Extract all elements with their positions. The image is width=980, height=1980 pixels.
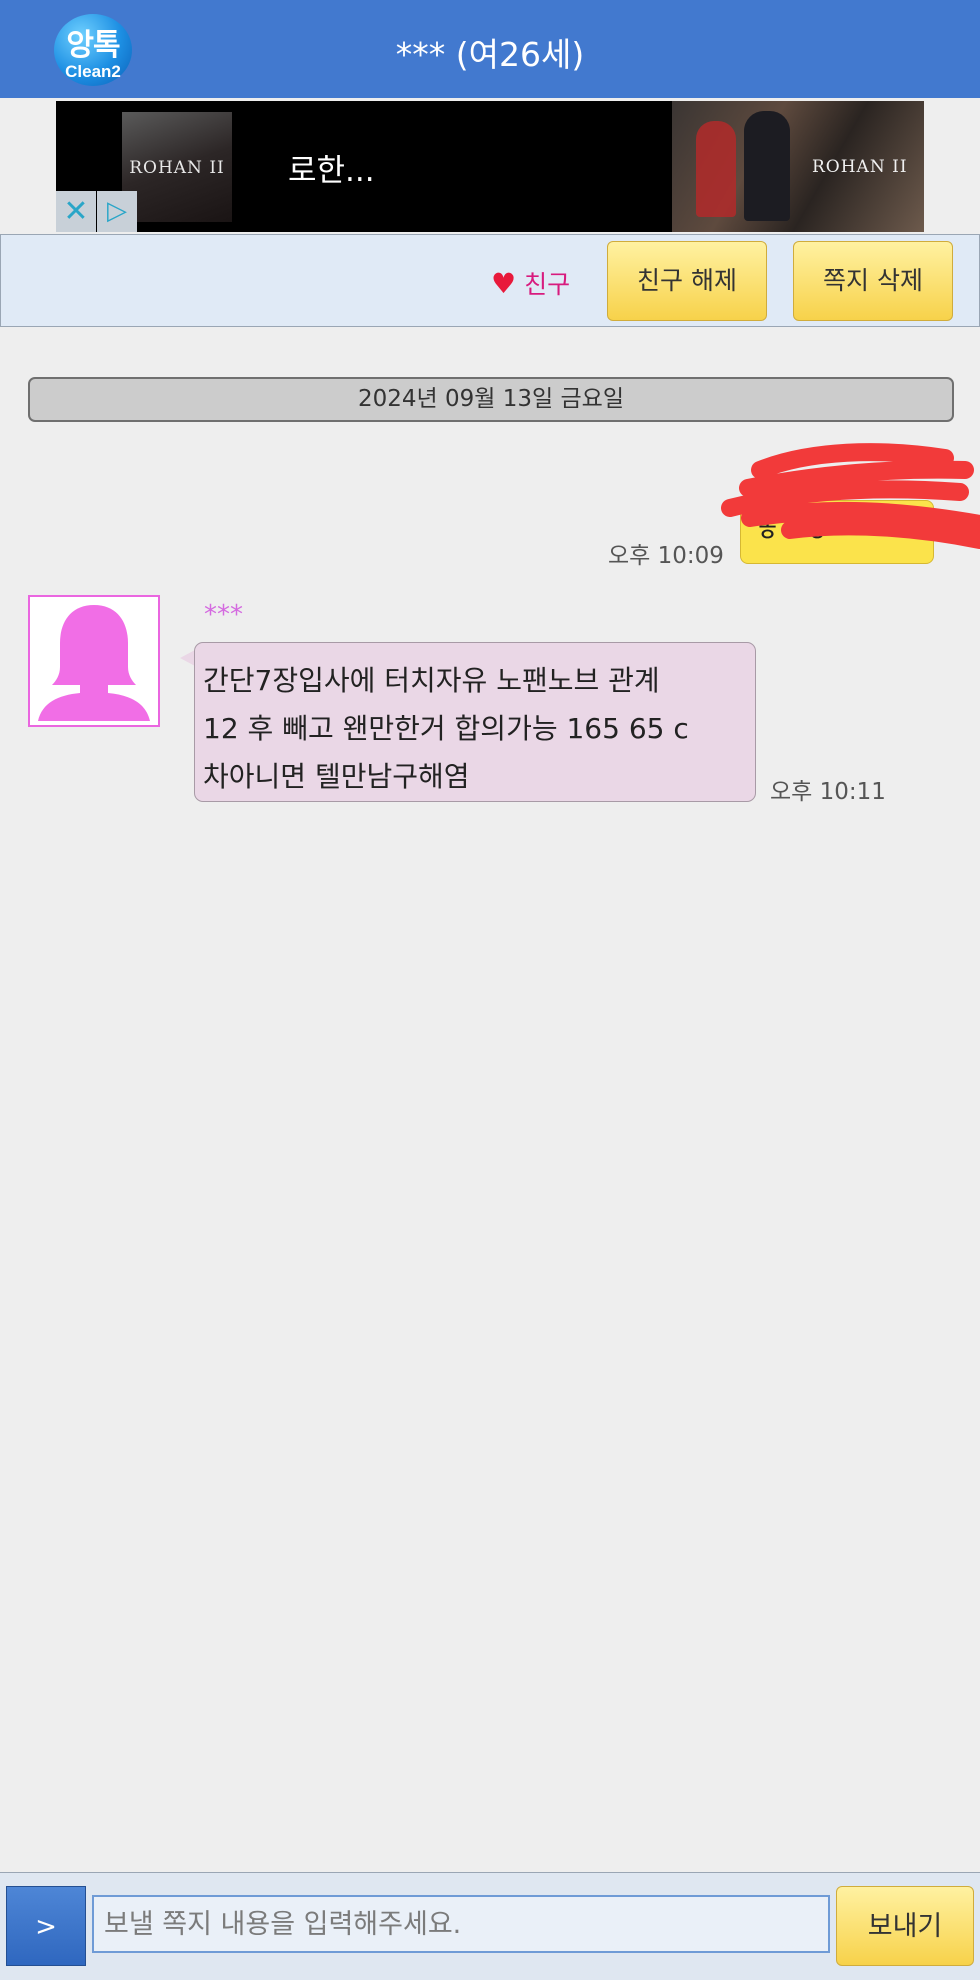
incoming-message-bubble[interactable]: 간단7장입사에 터치자유 노팬노브 관계 12 후 빼고 왠만한거 합의가능 1… [194,642,756,802]
message-line: 간단7장입사에 터치자유 노팬노브 관계 [203,664,660,697]
heart-icon: ♥ [491,267,517,300]
message-line: 차아니면 텔만남구해염 [203,760,470,793]
ad-choices-icon[interactable]: ▷ [97,191,137,232]
send-button[interactable]: 보내기 [836,1886,974,1966]
incoming-timestamp: 오후 10:11 [770,779,886,805]
ad-character-left [696,121,736,217]
friend-status-label: 친구 [524,270,571,299]
composer-bar: > 보내기 [0,1872,980,1980]
message-input[interactable] [92,1895,830,1953]
incoming-bubble-tail [180,650,195,666]
ad-banner[interactable]: ROHAN II 로한... ROHAN II ✕ ▷ [56,101,924,232]
chat-partner-title: *** (여26세) [395,35,585,74]
outgoing-timestamp: 오후 10:09 [608,543,724,569]
ad-artwork[interactable]: ROHAN II [672,101,924,232]
redaction-scribble [721,443,980,549]
ad-headline[interactable]: 로한... [288,145,375,190]
friend-status: ♥ 친구 [491,265,570,301]
ad-thumbnail[interactable]: ROHAN II [122,112,232,222]
sender-avatar[interactable] [28,595,160,727]
ad-artwork-logo: ROHAN II [812,157,908,177]
ad-close-icon[interactable]: ✕ [56,191,96,232]
sender-name: *** [204,600,243,630]
expand-button[interactable]: > [6,1886,86,1966]
delete-message-button[interactable]: 쪽지 삭제 [793,241,953,321]
unfriend-button[interactable]: 친구 해제 [607,241,767,321]
person-silhouette-icon [38,605,150,721]
date-separator: 2024년 09월 13일 금요일 [28,377,954,422]
top-bar: 앙톡 Clean2 *** (여26세) [0,0,980,98]
ad-character-right [744,111,790,221]
action-bar: ♥ 친구 친구 해제 쪽지 삭제 [0,234,980,327]
message-line: 12 후 빼고 왠만한거 합의가능 165 65 c [203,712,689,745]
ad-thumbnail-logo: ROHAN II [129,158,225,178]
